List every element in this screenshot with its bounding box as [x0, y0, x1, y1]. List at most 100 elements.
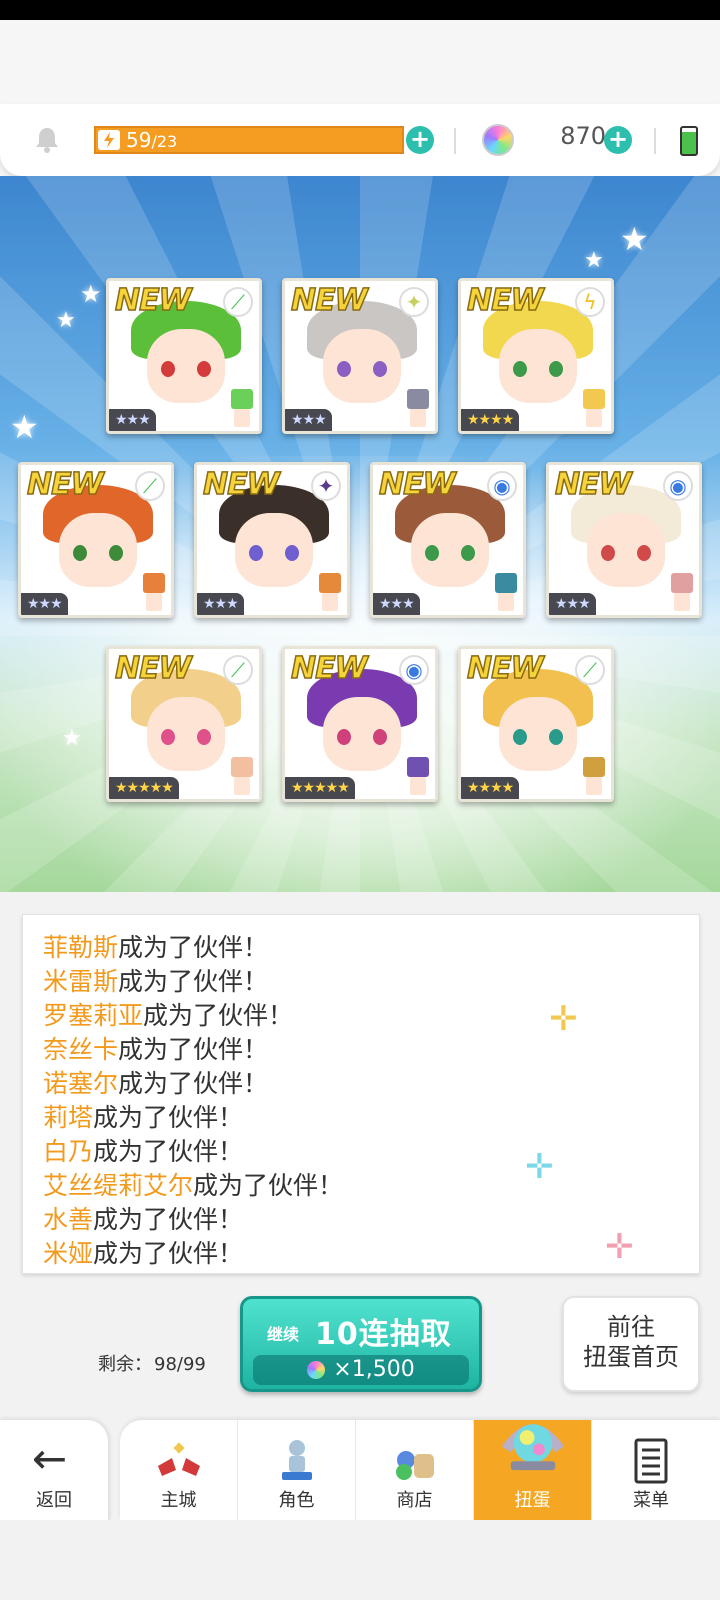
sprite-body: [234, 409, 250, 427]
character-card[interactable]: NEW ◉ ★★★: [370, 462, 526, 618]
log-text: 成为了伙伴！: [93, 1239, 244, 1268]
sprite-head: [231, 757, 253, 777]
character-card[interactable]: NEW ✦ ★★★: [282, 278, 438, 434]
gacha-result-scene: ★ ★ ★ ★ ★ ★ NEW ⟋ ★★★ NEW ✦ ★★★ NEW ϟ ★★★★ NEW ⟋ ★★…: [0, 176, 720, 892]
star-rating: ★★★★: [461, 777, 520, 799]
character-card[interactable]: NEW ⟋ ★★★★★: [106, 646, 262, 802]
back-button[interactable]: ← 返回: [0, 1420, 110, 1520]
nav-tabs: 主城 角色 商店 扭蛋 菜单: [120, 1420, 720, 1520]
portrait-eye: [337, 361, 351, 377]
character-name: 艾丝缇莉艾尔: [43, 1171, 194, 1200]
character-card[interactable]: NEW ⟋ ★★★: [18, 462, 174, 618]
pixel-sprite: [221, 387, 259, 431]
star-decoration: ★: [62, 726, 82, 751]
bottom-nav: ← 返回 主城 角色 商店 扭蛋 菜单: [0, 1420, 720, 1520]
result-log[interactable]: 菲勒斯成为了伙伴！ 米雷斯成为了伙伴！ 罗塞莉亚成为了伙伴！ 奈丝卡成为了伙伴！ 诺塞尔…: [22, 914, 700, 1274]
portrait-eye: [285, 545, 299, 561]
portrait-eye: [549, 729, 563, 745]
character-card[interactable]: NEW ⟋ ★★★: [106, 278, 262, 434]
character-name: 莉塔: [43, 1103, 94, 1132]
home-button-line1: 前往: [607, 1313, 655, 1341]
new-badge: NEW: [290, 282, 368, 319]
star-rating: ★★★: [549, 593, 596, 615]
sprite-head: [583, 389, 605, 409]
sprite-body: [146, 593, 162, 611]
log-line: 莉塔成为了伙伴！: [43, 1101, 679, 1135]
log-text: 成为了伙伴！: [93, 1137, 244, 1166]
portrait-eye: [373, 361, 387, 377]
battery-icon: [680, 126, 698, 156]
gem-icon: [307, 1361, 326, 1379]
portrait-face: [323, 329, 401, 403]
sprite-head: [407, 389, 429, 409]
log-line: 艾丝缇莉艾尔成为了伙伴！: [43, 1169, 679, 1203]
nav-tab-menu[interactable]: 菜单: [592, 1420, 710, 1520]
new-badge: NEW: [378, 466, 456, 503]
nav-label: 菜单: [633, 1490, 669, 1511]
gem-count: 870: [560, 122, 606, 150]
character-card[interactable]: NEW ◉ ★★★: [546, 462, 702, 618]
nav-tab-characters[interactable]: 角色: [238, 1420, 356, 1520]
back-label: 返回: [36, 1490, 72, 1511]
star-decoration: ★: [56, 308, 76, 333]
energy-bar: 59/23: [94, 126, 404, 154]
gacha-home-button[interactable]: 前往 扭蛋首页: [562, 1296, 700, 1392]
log-line: 白乃成为了伙伴！: [43, 1135, 679, 1169]
bell-icon[interactable]: [34, 126, 60, 154]
sparkle-decoration: ✛: [605, 1227, 634, 1267]
sprite-body: [410, 409, 426, 427]
character-card[interactable]: NEW ϟ ★★★★: [458, 278, 614, 434]
leaf-element-icon: ⟋: [223, 655, 253, 685]
gacha-icon: [501, 1424, 565, 1471]
character-name: 白乃: [43, 1137, 94, 1166]
pixel-sprite: [573, 387, 611, 431]
portrait-face: [59, 513, 137, 587]
sprite-body: [498, 593, 514, 611]
sprite-head: [671, 573, 693, 593]
sparkle-element-icon: ✦: [399, 287, 429, 317]
character-name: 奈丝卡: [43, 1035, 119, 1064]
character-name: 米雷斯: [43, 967, 119, 996]
pull-10-button[interactable]: 继续 10连抽取 ×1,500: [240, 1296, 482, 1392]
nav-tab-gacha[interactable]: 扭蛋: [474, 1420, 592, 1520]
menu-icon: [634, 1438, 668, 1484]
character-card[interactable]: NEW ✦ ★★★: [194, 462, 350, 618]
lightning-icon: [98, 130, 120, 150]
add-energy-button[interactable]: +: [406, 126, 434, 154]
star-rating: ★★★: [285, 409, 332, 431]
new-badge: NEW: [114, 282, 192, 319]
nav-tab-castle[interactable]: 主城: [120, 1420, 238, 1520]
leaf-element-icon: ⟋: [575, 655, 605, 685]
plus-icon: +: [607, 125, 629, 153]
add-gem-button[interactable]: +: [604, 126, 632, 154]
character-name: 诺塞尔: [43, 1069, 119, 1098]
character-name: 米娅: [43, 1239, 94, 1268]
divider: [654, 128, 656, 154]
log-line: 米娅成为了伙伴！: [43, 1237, 679, 1271]
sparkle-decoration: ✛: [549, 999, 578, 1039]
sprite-body: [674, 593, 690, 611]
new-badge: NEW: [26, 466, 104, 503]
back-arrow-icon: ←: [32, 1434, 68, 1483]
log-line: 奈丝卡成为了伙伴！: [43, 1033, 679, 1067]
character-icon: [282, 1440, 312, 1480]
nav-tab-shop[interactable]: 商店: [356, 1420, 474, 1520]
star-rating: ★★★: [197, 593, 244, 615]
log-text: 成为了伙伴！: [118, 1035, 269, 1064]
nav-label: 扭蛋: [514, 1490, 551, 1511]
remaining-count: 剩余： 98/99: [98, 1354, 206, 1375]
resource-hud: 59/23 + 870 +: [0, 104, 720, 176]
character-card[interactable]: NEW ⟋ ★★★★: [458, 646, 614, 802]
bottom-blank-area: [0, 1520, 720, 1600]
portrait-eye: [549, 361, 563, 377]
new-badge: NEW: [554, 466, 632, 503]
log-line: 诺塞尔成为了伙伴！: [43, 1067, 679, 1101]
portrait-eye: [197, 361, 211, 377]
portrait-face: [411, 513, 489, 587]
star-decoration: ★: [620, 220, 649, 258]
log-text: 成为了伙伴！: [93, 1103, 244, 1132]
star-rating: ★★★: [21, 593, 68, 615]
character-card[interactable]: NEW ◉ ★★★★★: [282, 646, 438, 802]
lightning-element-icon: ϟ: [575, 287, 605, 317]
gem-icon: [482, 124, 514, 156]
